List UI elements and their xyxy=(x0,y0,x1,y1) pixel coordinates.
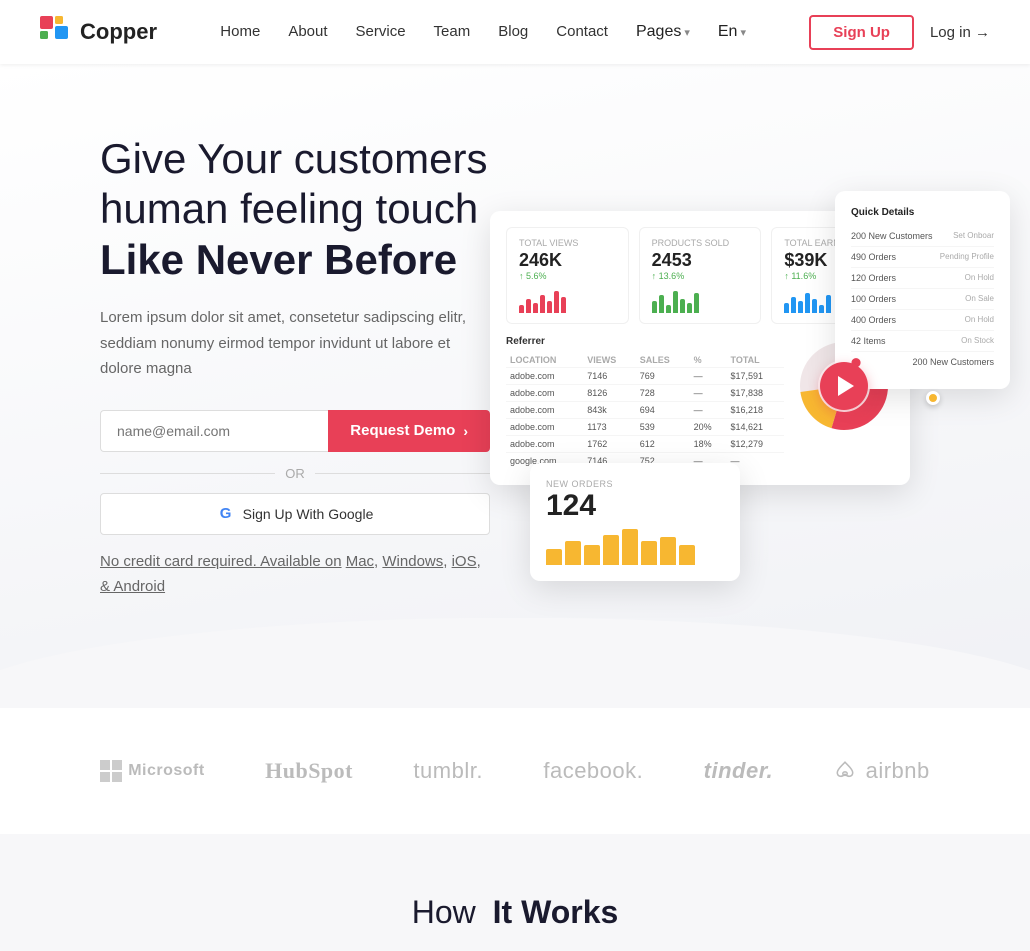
no-cc-text: No credit card required. Available on Ma… xyxy=(100,549,490,600)
referrer-title: Referrer xyxy=(506,336,784,347)
how-heading: How It Works xyxy=(40,894,990,931)
google-signup-button[interactable]: G Sign Up With Google xyxy=(100,493,490,535)
chevron-down-icon xyxy=(740,23,746,41)
quick-details-card: Quick Details 200 New Customers Set Onbo… xyxy=(835,191,1010,389)
bar-item xyxy=(584,545,600,565)
platform-mac: Mac xyxy=(346,553,374,570)
logo-text: Copper xyxy=(80,19,157,45)
blob-separator xyxy=(0,618,1030,708)
table-row: adobe.com117353920%$14,621 xyxy=(506,418,784,435)
nav-pages-dropdown[interactable]: Pages xyxy=(636,23,690,41)
bar-item xyxy=(641,541,657,565)
tumblr-logo: tumblr. xyxy=(413,758,483,784)
table-row: adobe.com176261218%$12,279 xyxy=(506,435,784,452)
logos-section: Microsoft HubSpot tumblr. facebook. tind… xyxy=(0,708,1030,834)
email-form-row: Request Demo › xyxy=(100,410,490,452)
bar-item xyxy=(679,545,695,565)
nav-service[interactable]: Service xyxy=(356,23,406,40)
platform-windows: Windows xyxy=(382,553,443,570)
table-row: adobe.com7146769—$17,591 xyxy=(506,367,784,384)
table-row: adobe.com843k694—$16,218 xyxy=(506,401,784,418)
or-divider: OR xyxy=(100,466,490,481)
side-row: ⬤ 200 New Customers xyxy=(851,352,994,373)
mini-bar-views xyxy=(519,285,616,313)
nav-contact[interactable]: Contact xyxy=(556,23,608,40)
hubspot-logo: HubSpot xyxy=(265,758,353,784)
airbnb-logo: airbnb xyxy=(834,758,930,784)
hero-visual: Total Views 246K ↑ 5.6% Products Sold xyxy=(490,191,990,571)
nav-team[interactable]: Team xyxy=(434,23,471,40)
navbar: Copper Home About Service Team Blog Cont… xyxy=(0,0,1030,64)
side-row: 120 Orders On Hold xyxy=(851,268,994,289)
stat-total-views: Total Views 246K ↑ 5.6% xyxy=(506,227,629,324)
email-input[interactable] xyxy=(100,410,328,452)
hero-text: Give Your customers human feeling touch … xyxy=(100,134,490,628)
chevron-down-icon xyxy=(684,23,690,41)
side-row: 200 New Customers Set Onboar xyxy=(851,226,994,247)
table-row: adobe.com8126728—$17,838 xyxy=(506,384,784,401)
bar-item xyxy=(622,529,638,565)
platform-android: & Android xyxy=(100,578,165,595)
logo[interactable]: Copper xyxy=(40,16,157,48)
referrer-table-wrap: Referrer LOCATION VIEWS SALES % TOTAL xyxy=(506,336,784,469)
map-dot xyxy=(926,391,940,405)
hero-section: Give Your customers human feeling touch … xyxy=(0,64,1030,708)
microsoft-icon xyxy=(100,760,122,782)
side-row: 490 Orders Pending Profile xyxy=(851,247,994,268)
play-icon xyxy=(838,376,854,396)
logo-icon xyxy=(40,16,72,48)
platform-ios: iOS xyxy=(452,553,477,570)
signup-button[interactable]: Sign Up xyxy=(809,15,914,50)
play-button[interactable] xyxy=(820,362,868,410)
nav-links: Home About Service Team Blog Contact Pag… xyxy=(220,23,746,41)
nav-right: Sign Up Log in → xyxy=(809,15,990,50)
quick-details-title: Quick Details xyxy=(851,207,994,218)
google-icon: G xyxy=(217,505,235,523)
airbnb-icon xyxy=(834,760,856,782)
stat-products-sold: Products Sold 2453 ↑ 13.6% xyxy=(639,227,762,324)
nav-about[interactable]: About xyxy=(288,23,327,40)
bar-item xyxy=(660,537,676,565)
side-row: 100 Orders On Sale xyxy=(851,289,994,310)
bar-item xyxy=(546,549,562,565)
bar-item xyxy=(565,541,581,565)
nav-lang-dropdown[interactable]: En xyxy=(718,23,746,41)
arrow-icon: › xyxy=(463,423,468,439)
how-section: How It Works xyxy=(0,834,1030,951)
new-orders-label: NEW ORDERS xyxy=(546,479,724,489)
demo-button[interactable]: Request Demo › xyxy=(328,410,490,452)
orders-bar-chart xyxy=(546,529,724,565)
mini-bar-products xyxy=(652,285,749,313)
login-button[interactable]: Log in → xyxy=(930,24,990,41)
hero-description: Lorem ipsum dolor sit amet, consetetur s… xyxy=(100,305,490,382)
new-orders-value: 124 xyxy=(546,491,724,521)
side-row: 400 Orders On Hold xyxy=(851,310,994,331)
nav-home[interactable]: Home xyxy=(220,23,260,40)
new-orders-card: NEW ORDERS 124 xyxy=(530,463,740,581)
facebook-logo: facebook. xyxy=(543,758,643,784)
microsoft-logo: Microsoft xyxy=(100,760,205,782)
hero-heading: Give Your customers human feeling touch … xyxy=(100,134,490,285)
side-row: 42 Items On Stock xyxy=(851,331,994,352)
referrer-table: LOCATION VIEWS SALES % TOTAL adobe.com71… xyxy=(506,353,784,469)
bar-item xyxy=(603,535,619,565)
tinder-logo: tinder. xyxy=(704,758,774,784)
nav-blog[interactable]: Blog xyxy=(498,23,528,40)
